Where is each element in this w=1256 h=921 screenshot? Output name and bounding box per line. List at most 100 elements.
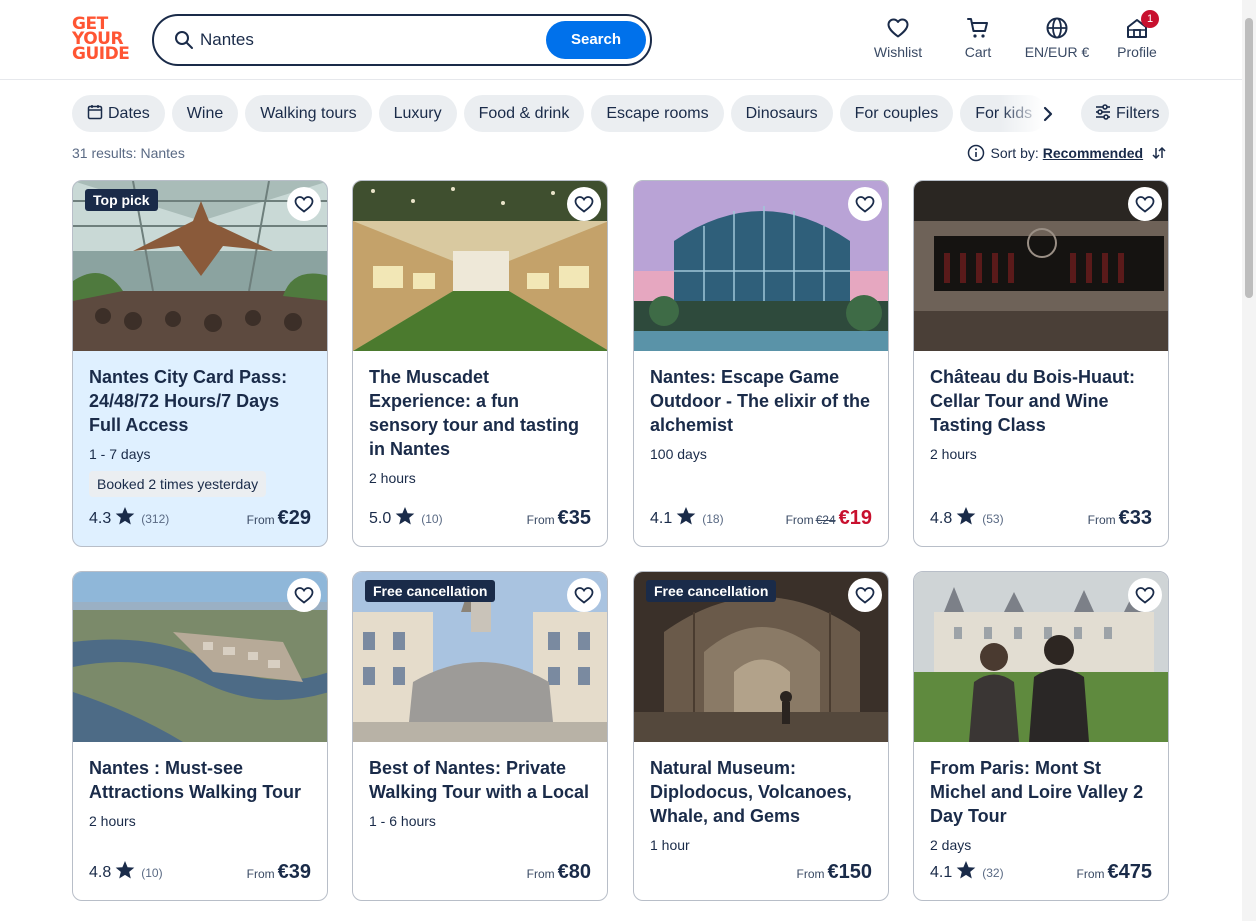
price-from-label: From <box>1087 513 1116 527</box>
activity-title[interactable]: Nantes: Escape Game Outdoor - The elixir… <box>650 365 872 437</box>
profile-label: Profile <box>1117 44 1157 60</box>
activity-card[interactable]: Free cancellation Natural Museum: Diplod… <box>633 571 889 901</box>
chip-wine[interactable]: Wine <box>171 95 239 132</box>
filters-label: Filters <box>1116 105 1160 122</box>
activity-image[interactable] <box>914 572 1168 742</box>
activity-card[interactable]: Top pick Nantes City Card Pass: 24/48/72… <box>72 180 328 547</box>
activity-price: From €33 <box>1088 507 1152 530</box>
heart-icon <box>855 196 875 213</box>
notification-badge: 1 <box>1141 10 1159 28</box>
chip-escape-rooms[interactable]: Escape rooms <box>591 95 724 132</box>
nav-language-currency[interactable]: EN/EUR € <box>1022 14 1092 66</box>
chip-luxury[interactable]: Luxury <box>378 95 457 132</box>
wishlist-button[interactable] <box>287 187 321 221</box>
chip-for-couples[interactable]: For couples <box>839 95 954 132</box>
activity-card[interactable]: Nantes: Escape Game Outdoor - The elixir… <box>633 180 889 547</box>
cart-label: Cart <box>964 44 992 60</box>
star-icon <box>395 507 415 525</box>
activity-duration: 2 hours <box>930 446 977 462</box>
activity-rating: 4.1 (18) <box>650 506 724 528</box>
wishlist-button[interactable] <box>848 187 882 221</box>
wishlist-label: Wishlist <box>873 44 923 60</box>
activity-title[interactable]: From Paris: Mont St Michel and Loire Val… <box>930 756 1152 828</box>
activity-price: From €29 <box>247 507 311 530</box>
page-scrollbar[interactable] <box>1242 0 1256 921</box>
activity-card[interactable]: The Muscadet Experience: a fun sensory t… <box>352 180 608 547</box>
heart-icon <box>574 196 594 213</box>
price-from-label: From <box>526 867 555 881</box>
activity-price: From €24 €19 <box>786 507 872 530</box>
review-count: (32) <box>982 866 1004 880</box>
activity-image[interactable]: Free cancellation <box>634 572 888 742</box>
review-count: (18) <box>702 512 724 526</box>
sort-icon[interactable] <box>1151 145 1167 161</box>
chip-dates[interactable]: Dates <box>72 95 165 132</box>
activity-title[interactable]: Nantes City Card Pass: 24/48/72 Hours/7 … <box>89 365 311 437</box>
search-icon <box>175 31 193 49</box>
activity-image[interactable] <box>634 181 888 351</box>
star-icon <box>115 861 135 879</box>
wishlist-button[interactable] <box>567 578 601 612</box>
heart-icon <box>294 196 314 213</box>
chip-walking-tours[interactable]: Walking tours <box>245 95 372 132</box>
chevron-right-icon[interactable] <box>1034 100 1062 128</box>
wishlist-button[interactable] <box>287 578 321 612</box>
price-amount: €35 <box>557 507 591 529</box>
activity-image[interactable] <box>353 181 607 351</box>
search-button[interactable]: Search <box>546 21 646 59</box>
rating-value: 5.0 <box>369 510 392 527</box>
booked-badge: Booked 2 times yesterday <box>89 471 267 497</box>
original-price: €24 <box>815 513 836 527</box>
activity-rating: 4.8 (53) <box>930 506 1004 528</box>
activity-duration: 1 hour <box>650 837 690 853</box>
activity-card[interactable]: Château du Bois-Huaut: Cellar Tour and W… <box>913 180 1169 547</box>
price-from-label: From <box>246 513 275 527</box>
sort-control[interactable]: Sort by: Recommended <box>967 144 1168 162</box>
price-amount: €39 <box>277 861 311 883</box>
top-header: GET YOUR GUIDE Search Wishlist Cart EN/E <box>0 0 1242 80</box>
star-icon <box>115 507 135 525</box>
sort-value[interactable]: Recommended <box>1043 145 1143 161</box>
wishlist-button[interactable] <box>1128 578 1162 612</box>
wishlist-button[interactable] <box>1128 187 1162 221</box>
activity-title[interactable]: The Muscadet Experience: a fun sensory t… <box>369 365 591 461</box>
activity-duration: 100 days <box>650 446 707 462</box>
activity-duration: 2 hours <box>369 470 416 486</box>
nav-cart[interactable]: Cart <box>958 14 998 66</box>
activity-duration: 2 days <box>930 837 972 853</box>
activity-card[interactable]: Nantes : Must-see Attractions Walking To… <box>72 571 328 901</box>
activity-image[interactable] <box>914 181 1168 351</box>
chip-food-drink[interactable]: Food & drink <box>463 95 585 132</box>
rating-value: 4.1 <box>650 510 673 527</box>
wishlist-button[interactable] <box>848 578 882 612</box>
nav-wishlist[interactable]: Wishlist <box>872 14 924 66</box>
info-icon[interactable] <box>967 144 985 162</box>
activity-title[interactable]: Natural Museum: Diplodocus, Volcanoes, W… <box>650 756 872 828</box>
scrollbar-thumb[interactable] <box>1245 18 1253 298</box>
search-input[interactable] <box>200 26 540 54</box>
chip-dinosaurs[interactable]: Dinosaurs <box>730 95 833 132</box>
activity-title[interactable]: Nantes : Must-see Attractions Walking To… <box>89 756 311 804</box>
activity-title[interactable]: Best of Nantes: Private Walking Tour wit… <box>369 756 591 804</box>
wishlist-button[interactable] <box>567 187 601 221</box>
activity-card[interactable]: From Paris: Mont St Michel and Loire Val… <box>913 571 1169 901</box>
activity-rating: 4.1 (32) <box>930 860 1004 882</box>
price-from-label: From <box>785 513 814 527</box>
review-count: (10) <box>141 866 163 880</box>
activity-rating: 5.0 (10) <box>369 506 443 528</box>
heart-icon <box>855 587 875 604</box>
filters-button[interactable]: Filters <box>1081 95 1169 132</box>
price-from-label: From <box>526 513 555 527</box>
heart-icon <box>1135 587 1155 604</box>
activity-image[interactable] <box>73 572 327 742</box>
activity-price: From €39 <box>247 861 311 884</box>
activity-image[interactable]: Free cancellation <box>353 572 607 742</box>
activity-card[interactable]: Free cancellation Best of Nantes: Privat… <box>352 571 608 901</box>
nav-profile[interactable]: 1 Profile <box>1116 10 1159 66</box>
activity-title[interactable]: Château du Bois-Huaut: Cellar Tour and W… <box>930 365 1152 437</box>
activity-image[interactable]: Top pick <box>73 181 327 351</box>
getyourguide-logo[interactable]: GET YOUR GUIDE <box>72 16 130 63</box>
heart-icon <box>294 587 314 604</box>
price-amount: €150 <box>827 861 873 883</box>
rating-value: 4.3 <box>89 510 112 527</box>
